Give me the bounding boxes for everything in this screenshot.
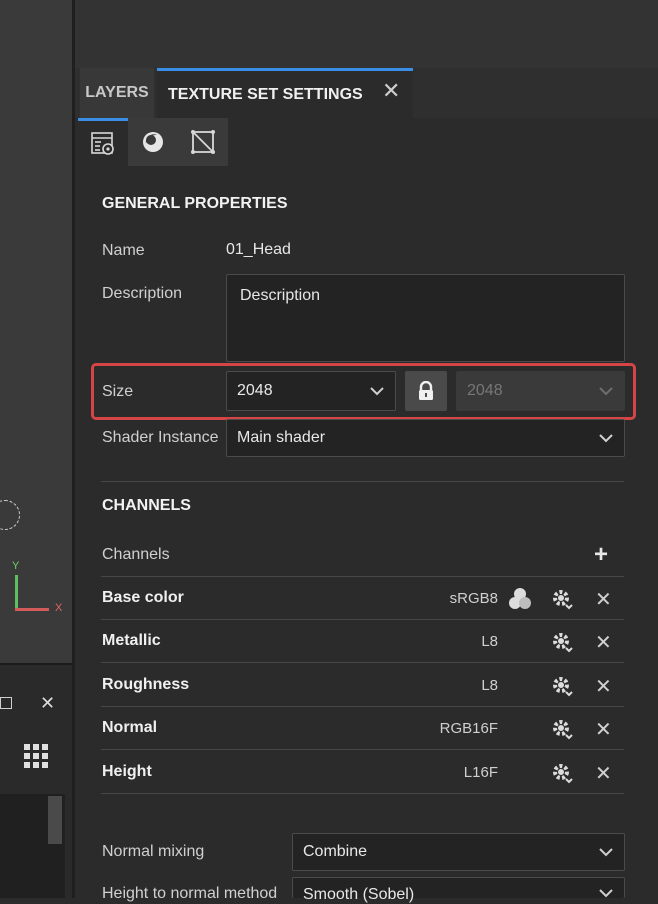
channel-name-height: Height [102,763,152,780]
channels-title: CHANNELS [102,497,191,514]
channel-settings-gear-icon[interactable] [550,587,574,611]
channels-list-label: Channels [102,546,170,563]
channel-divider [101,793,624,794]
restore-window-icon[interactable] [0,697,12,709]
color-channels-icon[interactable] [508,587,532,611]
channel-name-base-color: Base color [102,589,184,606]
channel-settings-gear-icon[interactable] [550,717,574,741]
tab-layers[interactable]: LAYERS [80,68,154,118]
remove-channel-icon[interactable]: ✕ [595,717,612,742]
tab-texture-set-settings[interactable]: TEXTURE SET SETTINGS [157,68,413,118]
description-field[interactable]: Description [226,274,625,362]
name-value: 01_Head [226,241,291,258]
normal-mixing-value: Combine [303,843,368,860]
channel-name-roughness: Roughness [102,676,190,693]
chevron-down-icon [599,848,613,857]
chevron-down-icon [599,889,613,898]
material-sphere-icon [143,132,163,152]
channel-name-metallic: Metallic [102,632,161,649]
general-properties-title: GENERAL PROPERTIES [102,195,288,212]
top-empty-area [75,0,658,68]
height-to-normal-label: Height to normal method [102,885,278,902]
channel-settings-gear-icon[interactable] [550,761,574,785]
remove-channel-icon[interactable]: ✕ [595,674,612,699]
height-to-normal-dropdown[interactable]: Smooth (Sobel) [292,877,625,903]
channel-name-normal: Normal [102,719,158,736]
grid-view-icon[interactable] [24,744,48,768]
channel-format-roughness: L8 [481,677,498,694]
section-divider [101,481,624,482]
description-text: Description [240,287,321,304]
channel-format-height: L16F [463,764,498,781]
remove-channel-icon[interactable]: ✕ [595,761,612,786]
axis-y-line [15,575,18,611]
panel-divider [0,663,72,665]
viewport[interactable] [0,0,72,663]
close-panel-icon[interactable]: ✕ [40,693,55,714]
add-channel-icon[interactable]: + [594,543,608,567]
chevron-down-icon [599,434,613,443]
uv-mesh-icon [191,130,215,154]
remove-channel-icon[interactable]: ✕ [595,587,612,612]
close-tab-icon[interactable]: ✕ [382,78,400,104]
channel-divider [101,749,624,750]
size-row-highlight [91,363,636,420]
channel-divider [101,619,624,620]
channel-divider [101,706,624,707]
channel-format-normal: RGB16F [439,720,498,737]
tab-material[interactable] [128,118,178,166]
panel-splitter[interactable] [72,0,75,898]
normal-mixing-label: Normal mixing [102,843,205,860]
tab-texture-set-settings-label: TEXTURE SET SETTINGS [168,85,363,103]
shader-instance-value: Main shader [237,429,326,446]
channel-settings-gear-icon[interactable] [550,630,574,654]
channel-divider [101,576,624,577]
channel-divider [101,662,624,663]
axis-y-label: Y [12,560,20,572]
height-to-normal-value: Smooth (Sobel) [303,886,415,903]
settings-list-icon [91,131,114,155]
tab-uv-mesh[interactable] [178,118,228,166]
axis-x-line [15,608,49,611]
shelf-scrollbar[interactable] [48,796,62,844]
tab-settings-list[interactable] [78,118,128,166]
shader-instance-label: Shader Instance [102,429,219,446]
normal-mixing-dropdown[interactable]: Combine [292,833,625,871]
axis-x-label: X [55,602,63,614]
name-label: Name [102,242,145,259]
remove-channel-icon[interactable]: ✕ [595,630,612,655]
description-label: Description [102,285,183,302]
shader-instance-dropdown[interactable]: Main shader [226,419,625,457]
channel-format-metallic: L8 [481,633,498,650]
channel-settings-gear-icon[interactable] [550,674,574,698]
channel-format-base-color: sRGB8 [449,590,498,607]
